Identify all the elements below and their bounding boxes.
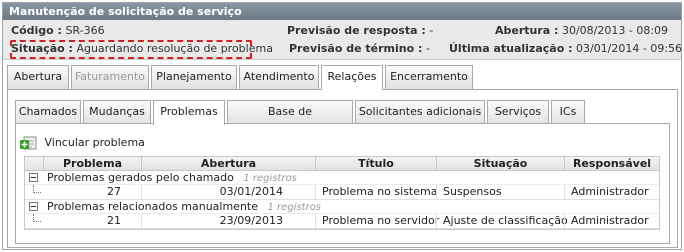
tab-planejamento[interactable]: Planejamento — [151, 65, 237, 89]
previsao-resposta-label: Previsão de resposta : — [287, 24, 426, 37]
tab-solicitantes-adicionais[interactable]: Solicitantes adicionais — [355, 100, 485, 124]
group-count: 1 registros — [267, 202, 322, 213]
tree-connector — [33, 214, 41, 222]
tab-problemas[interactable]: Problemas — [153, 100, 225, 125]
tab-base-conhecimento[interactable]: Base de conhecimento — [227, 100, 353, 140]
cell-problema: 21 — [107, 214, 121, 227]
group-gerados: Problemas gerados pelo chamado 1 registr… — [25, 171, 659, 185]
cell-responsavel: Administrador — [564, 185, 659, 200]
grid-header: Problema Abertura Título Situação Respon… — [25, 157, 659, 171]
tab-atendimento[interactable]: Atendimento — [239, 65, 319, 89]
add-link-icon[interactable] — [20, 136, 37, 151]
tree-connector — [33, 185, 41, 193]
problemas-content: Vincular problema Problema Abertura Títu… — [15, 123, 670, 244]
col-situacao[interactable]: Situação — [436, 157, 564, 170]
previsao-resposta-value: - — [429, 24, 434, 37]
codigo-label: Código : — [11, 24, 62, 37]
col-abertura[interactable]: Abertura — [141, 157, 315, 170]
col-titulo[interactable]: Título — [315, 157, 436, 170]
group-relacionados: Problemas relacionados manualmente 1 reg… — [25, 200, 659, 214]
vincular-problema-link[interactable]: Vincular problema — [20, 134, 145, 152]
cell-abertura: 03/01/2014 — [141, 185, 315, 200]
problems-grid: Problema Abertura Título Situação Respon… — [24, 156, 660, 230]
tab-mudancas[interactable]: Mudanças — [83, 100, 151, 124]
cell-responsavel: Administrador — [564, 214, 659, 229]
panel-title: Manutenção de solicitação de serviço — [3, 3, 681, 20]
cell-problema: 27 — [107, 185, 121, 198]
cell-titulo: Problema no servidor — [315, 214, 439, 229]
previsao-termino-value: - — [425, 42, 430, 55]
vincular-problema-label[interactable]: Vincular problema — [45, 136, 145, 149]
tab-chamados[interactable]: Chamados — [15, 100, 81, 124]
tab-relacoes[interactable]: Relações — [321, 65, 383, 90]
collapse-icon[interactable] — [29, 202, 38, 211]
relacoes-content: Chamados Mudanças Problemas Base de conh… — [7, 89, 678, 248]
tab-abertura[interactable]: Abertura — [7, 65, 69, 89]
tab-faturamento: Faturamento — [71, 65, 149, 89]
col-problema[interactable]: Problema — [43, 157, 141, 170]
previsao-termino-label: Previsão de término : — [289, 42, 423, 55]
info-header: Código : SR-366 Previsão de resposta : -… — [3, 20, 683, 60]
codigo-value: SR-366 — [65, 24, 105, 37]
collapse-icon[interactable] — [29, 173, 38, 182]
table-row[interactable]: 27 03/01/2014 Problema no sistema Suspen… — [25, 185, 659, 200]
ultima-atualizacao-value: 03/01/2014 - 09:56 — [575, 42, 683, 55]
cell-situacao: Suspensos — [436, 185, 564, 200]
cell-abertura: 23/09/2013 — [141, 214, 315, 229]
group-count: 1 registros — [243, 173, 297, 184]
cell-situacao: Ajuste de classificação — [436, 214, 568, 229]
cell-titulo: Problema no sistema — [315, 185, 437, 200]
service-request-panel: Manutenção de solicitação de serviço Cód… — [2, 2, 682, 250]
tab-ics[interactable]: ICs — [551, 100, 585, 124]
situacao-highlight — [10, 40, 252, 59]
tab-servicos[interactable]: Serviços — [487, 100, 549, 124]
group-title: Problemas gerados pelo chamado — [47, 171, 234, 184]
abertura-label: Abertura : — [495, 24, 559, 37]
table-row[interactable]: 21 23/09/2013 Problema no servidor Ajust… — [25, 214, 659, 229]
col-responsavel[interactable]: Responsável — [564, 157, 659, 170]
abertura-value: 30/08/2013 - 08:09 — [561, 24, 669, 37]
tab-encerramento[interactable]: Encerramento — [385, 65, 473, 89]
header-blank — [25, 157, 43, 170]
group-title: Problemas relacionados manualmente — [47, 200, 259, 213]
ultima-atualizacao-label: Última atualização : — [449, 42, 573, 55]
